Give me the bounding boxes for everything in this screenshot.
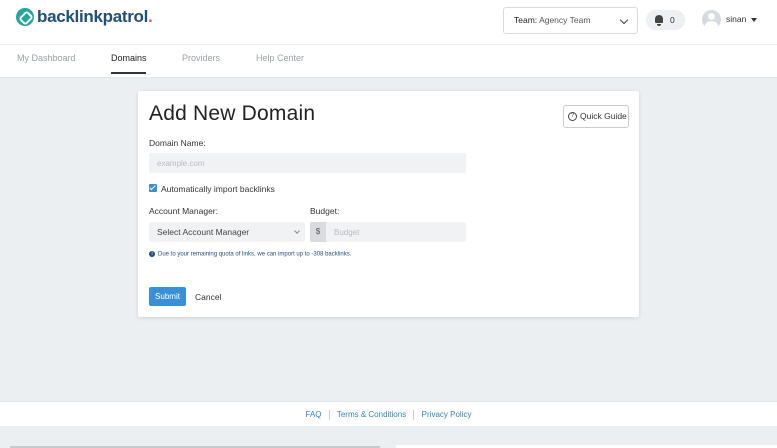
notifications-button[interactable]: 0: [646, 10, 685, 30]
budget-label: Budget:: [310, 206, 340, 216]
tab-help-center[interactable]: Help Center: [256, 53, 304, 63]
top-header: backlinkpatrol. Team: Agency Team 0 sina…: [0, 0, 777, 78]
submit-button[interactable]: Submit: [149, 287, 186, 306]
footer-link-faq[interactable]: FAQ: [306, 410, 322, 419]
cancel-button[interactable]: Cancel: [195, 292, 221, 302]
link-icon: [16, 8, 34, 26]
brand-name: backlinkpatrol.: [37, 7, 153, 26]
footer-divider: [328, 410, 330, 420]
footer-links: FAQ Terms & Conditions Privacy Policy: [0, 410, 777, 420]
quick-guide-label: Quick Guide: [580, 111, 627, 121]
active-tab-indicator: [111, 72, 146, 74]
footer-link-privacy[interactable]: Privacy Policy: [422, 410, 472, 419]
team-value: Agency Team: [539, 15, 591, 25]
caret-down-icon[interactable]: [751, 18, 757, 22]
team-label: Team:: [514, 15, 538, 25]
notification-count: 0: [670, 15, 675, 25]
question-icon: ?: [568, 112, 577, 121]
footer: FAQ Terms & Conditions Privacy Policy: [0, 401, 777, 426]
auto-import-checkbox[interactable]: [149, 184, 157, 192]
domain-name-label: Domain Name:: [149, 138, 206, 148]
account-manager-label: Account Manager:: [149, 206, 218, 216]
budget-input[interactable]: [326, 222, 466, 242]
footer-divider: [413, 410, 415, 420]
brand-logo[interactable]: backlinkpatrol.: [16, 7, 153, 27]
add-domain-card: Add New Domain ? Quick Guide Domain Name…: [138, 91, 639, 317]
currency-addon: $: [310, 222, 326, 242]
header-divider: [0, 44, 777, 45]
avatar[interactable]: [702, 10, 721, 29]
tab-domains[interactable]: Domains: [111, 53, 147, 63]
import-quota-info: i Due to your remaining quota of links, w…: [149, 251, 351, 258]
domain-name-input[interactable]: [149, 153, 466, 173]
user-name[interactable]: sinan: [726, 14, 746, 24]
info-text: Due to your remaining quota of links, we…: [158, 251, 352, 258]
chevron-down-icon: [294, 228, 300, 234]
page-title: Add New Domain: [149, 102, 316, 125]
account-manager-select[interactable]: Select Account Manager: [149, 222, 305, 242]
chevron-down-icon: [619, 15, 629, 25]
bell-icon: [655, 15, 663, 26]
footer-link-terms[interactable]: Terms & Conditions: [337, 410, 406, 419]
tab-providers[interactable]: Providers: [182, 53, 220, 63]
tab-my-dashboard[interactable]: My Dashboard: [17, 53, 76, 63]
auto-import-label[interactable]: Automatically import backlinks: [161, 184, 275, 194]
info-icon: i: [149, 251, 155, 257]
account-manager-value: Select Account Manager: [157, 227, 250, 237]
quick-guide-button[interactable]: ? Quick Guide: [563, 105, 629, 128]
team-select[interactable]: Team: Agency Team: [503, 7, 638, 34]
